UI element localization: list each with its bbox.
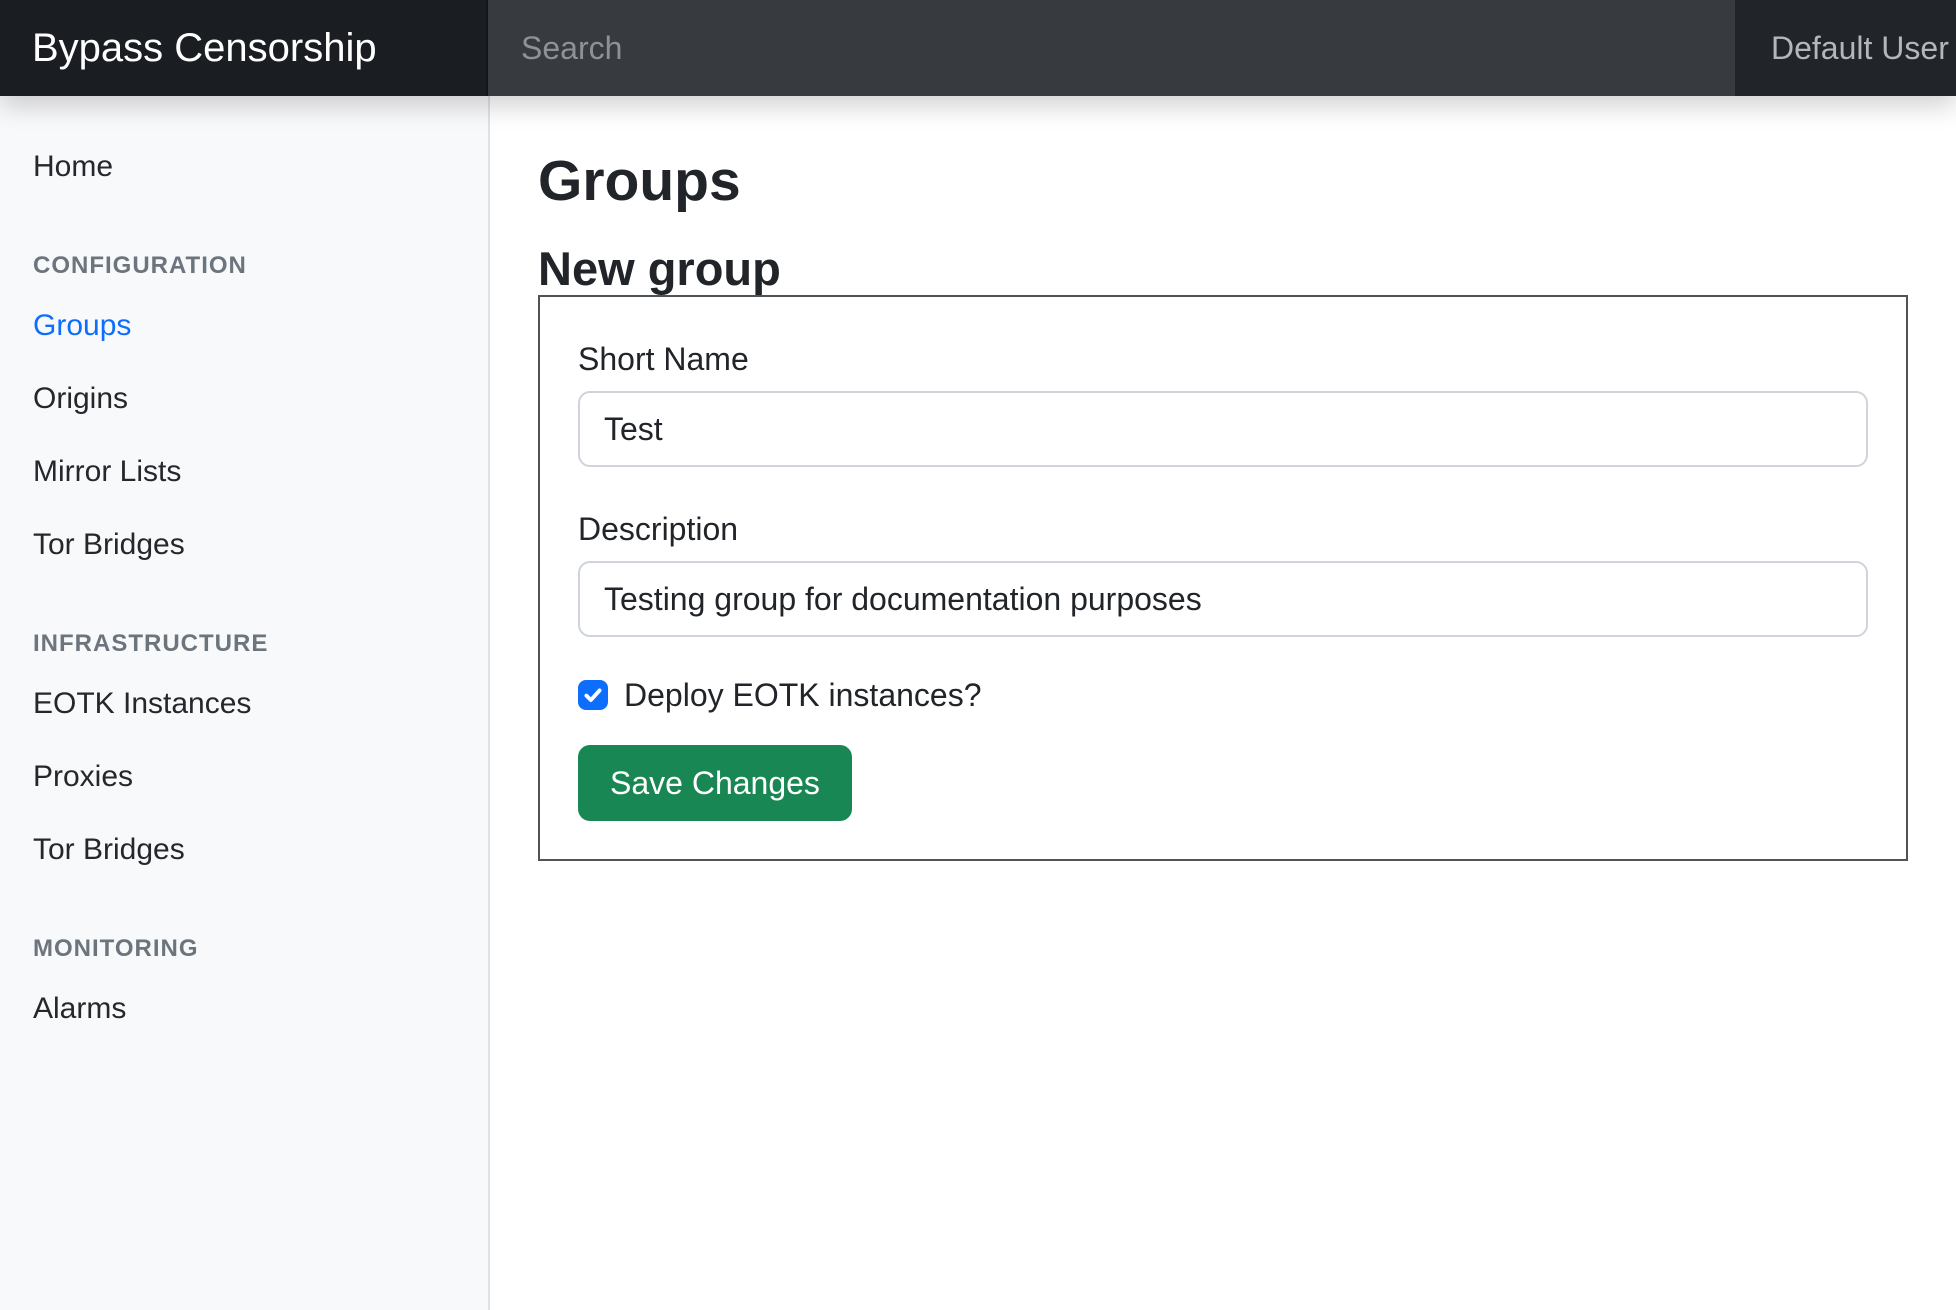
sidebar-item-tor-bridges-config[interactable]: Tor Bridges [0,508,488,581]
deploy-eotk-checkbox[interactable] [578,680,608,710]
sidebar-item-mirror-lists[interactable]: Mirror Lists [0,435,488,508]
sidebar-item-home[interactable]: Home [0,130,488,203]
main-content: Groups New group Short Name Description … [490,96,1956,1310]
short-name-input[interactable] [578,391,1868,467]
sidebar-heading-configuration: CONFIGURATION [0,243,488,289]
description-group: Description [578,505,1868,637]
sidebar-heading-infrastructure: INFRASTRUCTURE [0,621,488,667]
save-changes-button[interactable]: Save Changes [578,745,852,821]
user-menu-link[interactable]: Default User [1771,30,1949,67]
navbar-user-area: Default User [1735,0,1956,96]
brand-link[interactable]: Bypass Censorship [0,0,488,96]
checkmark-icon [581,683,605,707]
description-input[interactable] [578,561,1868,637]
sidebar-item-proxies[interactable]: Proxies [0,740,488,813]
sidebar-item-eotk-instances[interactable]: EOTK Instances [0,667,488,740]
page-title: Groups [538,146,1908,216]
sidebar-item-origins[interactable]: Origins [0,362,488,435]
sidebar-item-alarms[interactable]: Alarms [0,972,488,1045]
deploy-eotk-label[interactable]: Deploy EOTK instances? [624,677,982,714]
description-label: Description [578,505,1868,553]
deploy-eotk-row: Deploy EOTK instances? [578,675,1868,715]
top-navbar: Bypass Censorship Default User [0,0,1956,96]
section-title: New group [538,242,1908,295]
sidebar-item-tor-bridges-infra[interactable]: Tor Bridges [0,813,488,886]
sidebar-heading-monitoring: MONITORING [0,926,488,972]
short-name-label: Short Name [578,335,1868,383]
short-name-group: Short Name [578,335,1868,467]
new-group-form-card: Short Name Description Deploy EOTK insta… [538,295,1908,861]
sidebar-item-groups[interactable]: Groups [0,289,488,362]
sidebar: Home CONFIGURATION Groups Origins Mirror… [0,96,490,1310]
search-input[interactable] [488,0,1735,96]
